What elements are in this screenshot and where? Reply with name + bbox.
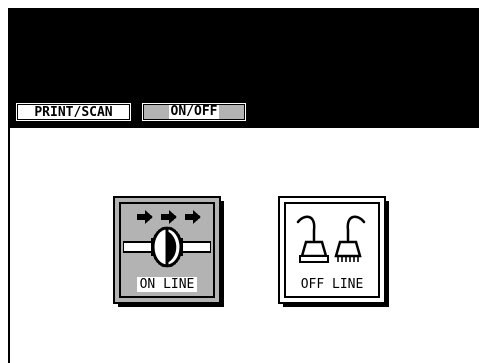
- network-flow-arrows-icon: [123, 210, 211, 268]
- offline-shadow-bottom: [283, 304, 389, 307]
- screen-left-border: [8, 128, 10, 363]
- online-shadow-bottom: [118, 304, 224, 307]
- online-label: ON LINE: [115, 277, 219, 292]
- online-button[interactable]: ON LINE: [113, 196, 224, 307]
- offline-label: OFF LINE: [300, 277, 364, 292]
- tab-print-scan[interactable]: PRINT/SCAN: [14, 101, 133, 123]
- tab-on-off[interactable]: ON/OFF: [140, 101, 248, 123]
- offline-shadow-right: [386, 201, 389, 307]
- offline-button[interactable]: OFF LINE: [278, 196, 389, 307]
- online-shadow-right: [221, 201, 224, 307]
- disconnected-plug-icon: [296, 215, 366, 263]
- tab-print-scan-label: PRINT/SCAN: [34, 104, 113, 120]
- tab-on-off-label: ON/OFF: [168, 104, 220, 119]
